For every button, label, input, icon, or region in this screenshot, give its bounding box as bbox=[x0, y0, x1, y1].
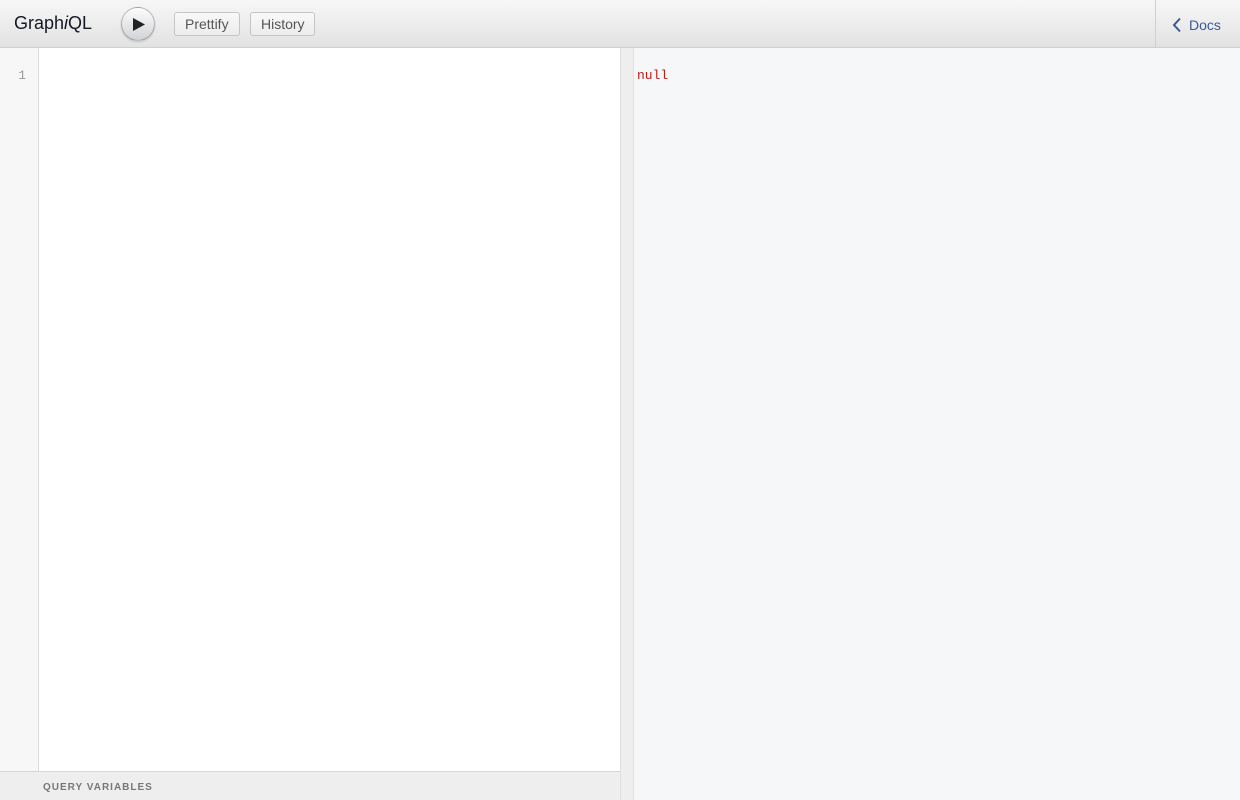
chevron-left-icon bbox=[1172, 17, 1181, 33]
toolbar: GraphiQL Prettify History Docs bbox=[0, 0, 1240, 48]
app-title-prefix: Graph bbox=[14, 13, 65, 33]
docs-label: Docs bbox=[1189, 17, 1221, 33]
query-editor[interactable] bbox=[39, 48, 620, 772]
play-icon bbox=[133, 18, 145, 31]
pane-resize-handle[interactable] bbox=[620, 48, 634, 800]
line-number-gutter: 1 bbox=[0, 48, 39, 772]
result-text: null bbox=[637, 68, 669, 83]
result-viewer: null bbox=[634, 48, 1240, 800]
docs-toggle-button[interactable]: Docs bbox=[1155, 0, 1240, 47]
line-number: 1 bbox=[18, 68, 26, 83]
query-variables-header[interactable]: QUERY VARIABLES bbox=[0, 771, 621, 800]
app-title-suffix: QL bbox=[68, 13, 93, 33]
execute-query-button[interactable] bbox=[121, 7, 155, 41]
history-button[interactable]: History bbox=[250, 12, 315, 36]
query-variables-label: QUERY VARIABLES bbox=[43, 782, 153, 793]
app-title: GraphiQL bbox=[14, 13, 92, 34]
prettify-button[interactable]: Prettify bbox=[174, 12, 240, 36]
